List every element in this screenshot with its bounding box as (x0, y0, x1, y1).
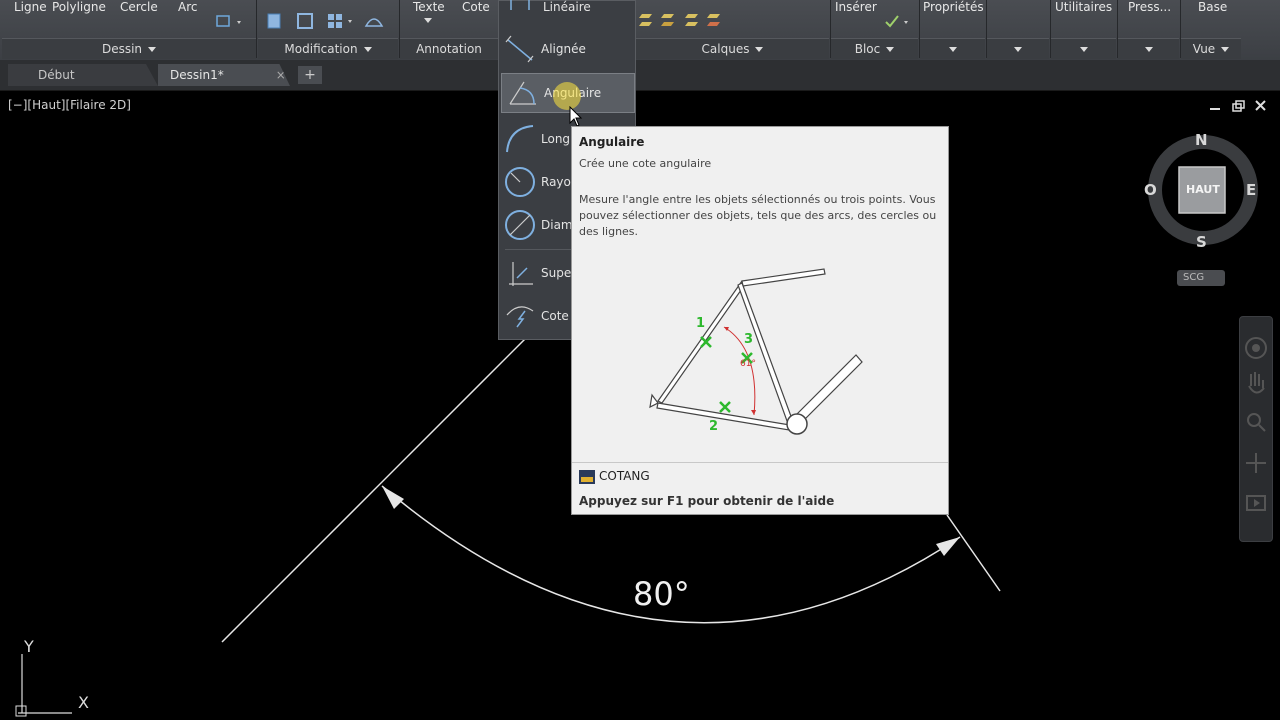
chevron-down-icon (755, 46, 764, 52)
tab-start-label: Début (38, 68, 75, 82)
menu-item-label: Cote (541, 309, 569, 323)
rectangle-icon[interactable] (214, 12, 244, 32)
command-tooltip: Angulaire Crée une cote angulaire Mesure… (571, 126, 949, 515)
aligned-dim-icon (505, 35, 534, 63)
tab-dessin1-label: Dessin1* (170, 68, 224, 82)
layer-icons[interactable] (636, 8, 736, 34)
bicycle-frame-illustration (649, 268, 863, 435)
menu-item-label: Diam (541, 218, 573, 232)
properties-tool[interactable]: Propriétés (923, 0, 984, 14)
line-tool[interactable]: Ligne (14, 0, 47, 14)
insert-tool[interactable]: Insérer (835, 0, 877, 14)
illustration-angle-label: 61° (740, 359, 756, 369)
zoom-icon[interactable] (1247, 413, 1266, 432)
arc-length-icon (506, 125, 534, 153)
menu-item-label: Alignée (541, 42, 586, 56)
panel-utilitaires[interactable] (1051, 38, 1116, 59)
tab-dessin1[interactable]: Dessin1* × (158, 64, 290, 86)
panel-groupes[interactable] (987, 38, 1049, 59)
compass-south[interactable]: S (1196, 233, 1207, 251)
new-tab-button[interactable]: + (298, 66, 322, 84)
menu-item-alignee[interactable]: Alignée (499, 29, 635, 69)
panel-dessin[interactable]: Dessin (2, 38, 256, 59)
marker-label-3: 3 (744, 332, 754, 347)
navbar-icons (1245, 337, 1267, 511)
panel-annotation-label: Annotation (416, 42, 482, 56)
chevron-down-icon (363, 46, 372, 52)
tooltip-description: Mesure l'angle entre les objets sélectio… (579, 193, 937, 238)
panel-vue[interactable]: Vue (1181, 38, 1241, 59)
tooltip-title: Angulaire (579, 135, 645, 149)
radius-icon (505, 167, 535, 197)
arc-tool[interactable]: Arc (178, 0, 197, 14)
tab-start[interactable]: Début (8, 64, 158, 86)
ucs-menu-button[interactable]: SCG (1177, 270, 1225, 286)
ribbon: Ligne Polyligne Cercle Arc Texte Cote In… (0, 0, 1280, 61)
compass-north[interactable]: N (1195, 131, 1208, 149)
menu-item-label: Linéaire (543, 0, 591, 14)
command-icon (579, 470, 595, 484)
panel-bloc[interactable]: Bloc (831, 38, 918, 59)
dimension-text[interactable]: 80° (633, 575, 690, 613)
diameter-icon (505, 210, 535, 240)
polyline-tool[interactable]: Polyligne (52, 0, 106, 14)
chevron-down-icon (1144, 46, 1153, 52)
linear-dim-icon (510, 0, 530, 10)
base-tool[interactable]: Base (1198, 0, 1227, 14)
circle-tool[interactable]: Cercle (120, 0, 158, 14)
tooltip-command-name: COTANG (599, 469, 650, 483)
chevron-down-icon (1014, 46, 1022, 52)
panel-dessin-label: Dessin (101, 42, 143, 56)
panel-annotation[interactable]: Annotation (400, 38, 498, 59)
text-dropdown-icon[interactable] (424, 18, 432, 23)
angular-dim-icon (509, 81, 536, 105)
pan-icon[interactable] (1248, 372, 1265, 394)
menu-item-lineaire[interactable]: Linéaire (499, 0, 635, 27)
utilities-tool[interactable]: Utilitaires (1055, 0, 1112, 14)
tooltip-divider (572, 462, 948, 463)
mouse-pointer-icon (569, 106, 583, 127)
panel-presse-papiers[interactable] (1118, 38, 1179, 59)
ucs-x-label: X (78, 693, 89, 712)
ucs-menu-label: SCG (1183, 272, 1205, 283)
ucs-y-label: Y (24, 637, 34, 656)
panel-calques-label: Calques (701, 42, 750, 56)
orbit-icon[interactable] (1246, 453, 1266, 473)
ucs-icon (15, 654, 72, 717)
dimension-arrow-right-icon (936, 537, 960, 556)
text-tool[interactable]: Texte (413, 0, 445, 14)
showmotion-icon[interactable] (1246, 495, 1266, 511)
chevron-down-icon (886, 46, 895, 52)
panel-calques[interactable]: Calques (636, 38, 829, 59)
tooltip-subtitle: Crée une cote angulaire (579, 157, 712, 170)
panel-vue-label: Vue (1192, 42, 1216, 56)
dimension-line-left[interactable] (221, 337, 527, 643)
compass-west[interactable]: O (1144, 181, 1157, 199)
dimension-arrow-left-icon (382, 486, 404, 509)
chevron-down-icon (1221, 46, 1230, 52)
block-edit-icon[interactable] (884, 14, 914, 30)
tooltip-help-hint: Appuyez sur F1 pour obtenir de l'aide (579, 494, 835, 508)
compass-east[interactable]: E (1246, 181, 1256, 199)
chevron-down-icon (948, 46, 957, 52)
chevron-down-icon (1079, 46, 1088, 52)
panel-proprietes[interactable] (920, 38, 985, 59)
viewcube-face-label: HAUT (1186, 183, 1220, 196)
panel-bloc-label: Bloc (854, 42, 881, 56)
clipboard-tool[interactable]: Press... (1128, 0, 1171, 14)
steering-wheel-icon[interactable] (1245, 337, 1267, 359)
dimension-tool[interactable]: Cote (462, 0, 490, 14)
dimension-line-right[interactable] (946, 514, 1001, 592)
marker-label-1: 1 (696, 316, 706, 331)
panel-modification-label: Modification (284, 42, 358, 56)
ordinate-icon (509, 262, 533, 286)
chevron-down-icon (148, 46, 157, 52)
modify-icons[interactable] (262, 10, 392, 34)
panel-modification[interactable]: Modification (258, 38, 398, 59)
jogged-dim-icon (506, 306, 534, 328)
marker-label-2: 2 (709, 419, 719, 434)
